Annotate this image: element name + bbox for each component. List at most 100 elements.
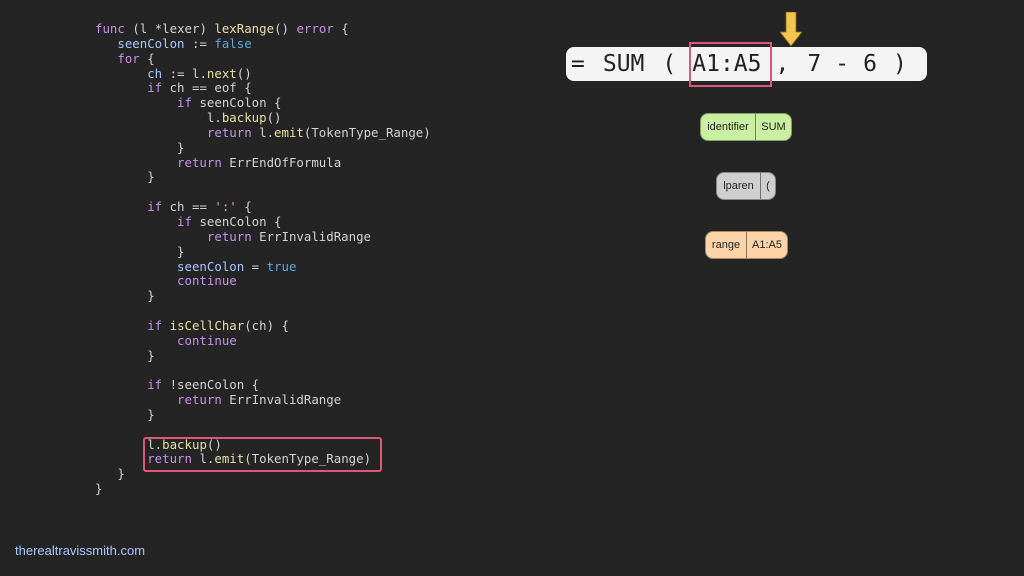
code-token: if [95,377,163,393]
code-token: false [214,35,252,51]
code-token: seenColon { [191,95,282,111]
formula-number-1: 7 [807,51,822,77]
code-token: error [296,21,334,36]
code-token: seenColon [95,35,185,51]
code-token: } [95,243,185,259]
code-token: continue [95,273,237,289]
code-token: return [95,228,252,244]
formula-rparen: ) [892,51,907,77]
code-line: } [95,481,431,497]
token-identifier: identifier SUM [700,113,792,141]
code-line: func (l *lexer) lexRange() error { [95,21,431,37]
token-value-label: A1:A5 [746,232,787,258]
code-line: return l.emit(TokenType_Range) [95,124,431,141]
code-line: if ch == ':' { [95,199,431,215]
highlighted-code-box [143,437,382,472]
token-lparen: lparen ( [716,172,776,200]
code-line: } [95,139,431,156]
code-token: = [244,258,267,274]
token-value-label: ( [760,173,775,199]
code-token: := [184,35,215,51]
code-token: seenColon { [191,213,282,229]
code-line: for { [95,50,431,67]
code-line: l.backup() [95,110,431,126]
token-type-label: lparen [723,180,754,192]
code-token: isCellChar [169,317,245,333]
formula-function: SUM [602,51,645,77]
code-token: if [95,317,163,333]
code-line: if !seenColon { [95,377,431,393]
code-line: seenColon = true [95,258,431,275]
code-token: return [95,154,222,170]
code-token: l. [251,124,275,140]
code-token: () [266,110,282,126]
token-type-label: identifier [707,121,749,133]
code-token: (TokenType_Range) [303,124,431,140]
formula-number-2: 6 [863,51,877,77]
code-token: backup [221,110,267,126]
formula-comma: , [775,51,790,77]
code-line: } [95,170,431,185]
down-arrow-icon [780,12,802,47]
code-token: { [236,199,252,215]
code-token: ch [95,65,163,81]
code-line: if seenColon { [95,95,431,111]
token-type-label: range [711,239,741,251]
code-line: if isCellChar(ch) { [95,317,431,334]
code-token: } [95,288,155,304]
code-token: ErrEndOfFormula [221,154,342,170]
code-token: (l *lexer) [132,21,215,36]
code-token: ch == eof { [162,80,252,96]
code-line: } [95,288,431,304]
code-token: emit [274,124,304,140]
code-token: } [95,347,155,363]
code-token: } [95,481,103,497]
code-token: true [266,258,297,274]
code-token: if [95,213,192,229]
formula-operator: - [835,51,850,77]
code-token: func [95,21,133,36]
code-token: } [95,169,155,185]
code-token: ':' [214,199,237,215]
code-token: !seenColon { [162,377,260,393]
code-token: next [206,65,237,81]
code-line: return ErrEndOfFormula [95,154,431,171]
code-token: if [95,80,163,96]
token-value-label: SUM [755,114,791,140]
code-listing: func (l *lexer) lexRange() error { seenC… [95,21,431,497]
footer-credit: therealtravissmith.com [15,543,146,558]
formula-lparen: ( [662,51,677,77]
code-token: { [333,21,349,36]
code-token: l. [95,110,222,126]
token-range: range A1:A5 [705,231,788,259]
code-token: if [95,95,192,111]
code-line: continue [95,273,431,289]
code-token: return [95,392,222,408]
code-line: return ErrInvalidRange [95,392,431,408]
code-line: seenColon := false [95,35,431,52]
range-highlight-box [689,42,772,87]
code-line: if ch == eof { [95,80,431,96]
code-token: { [139,50,155,66]
code-token: continue [95,332,237,348]
code-token: (ch) { [244,317,289,333]
code-token: return [95,124,252,140]
code-line: ch := l.next() [95,65,431,82]
code-token: ch == [162,199,215,215]
code-line: if seenColon { [95,213,431,230]
code-line: } [95,347,431,364]
code-token: for [95,50,140,66]
code-token: () [236,65,252,81]
code-token: ErrInvalidRange [221,392,342,408]
code-token: } [95,139,185,155]
code-token: lexRange [214,21,275,36]
code-token: ErrInvalidRange [251,228,372,244]
code-token: } [95,406,155,422]
formula-equals: = [571,51,585,77]
code-token: () [274,21,297,36]
